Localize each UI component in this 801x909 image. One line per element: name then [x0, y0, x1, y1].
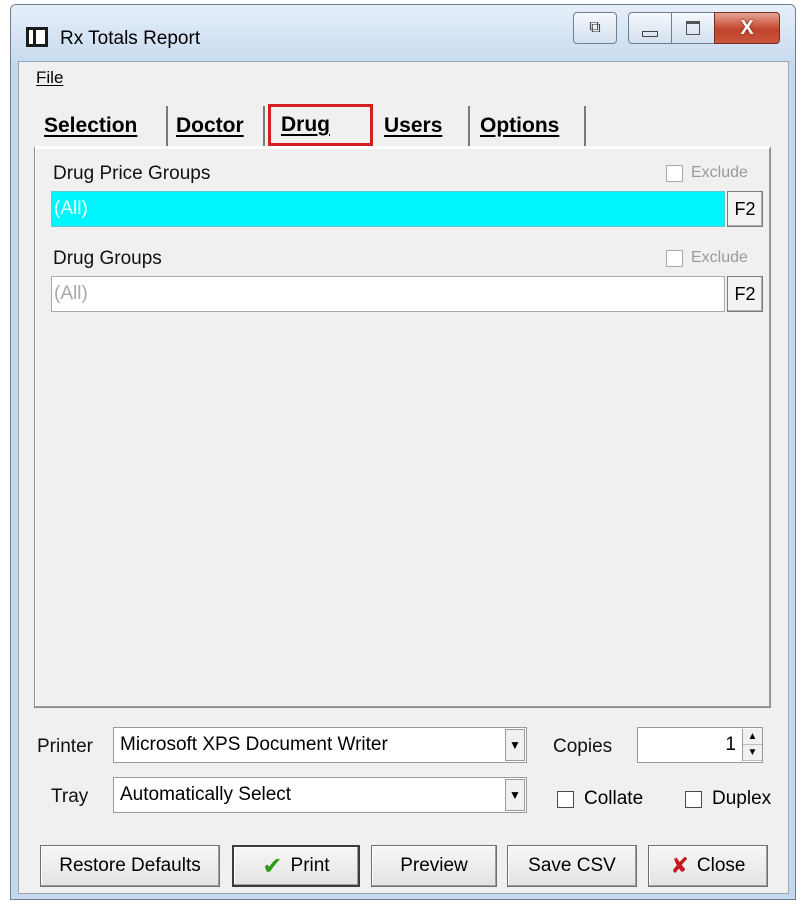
drug-price-groups-field[interactable]: (All) [51, 191, 725, 227]
save-csv-label: Save CSV [528, 855, 616, 876]
close-icon: X [740, 16, 754, 39]
drug-price-groups-exclude-checkbox[interactable] [666, 164, 683, 182]
restore-window-button[interactable]: ⧉ [573, 12, 617, 44]
tab-doctor-label: Doctor [176, 114, 244, 137]
collate-option[interactable]: Collate [557, 788, 643, 810]
duplex-option[interactable]: Duplex [685, 788, 771, 810]
preview-button[interactable]: Preview [371, 845, 497, 887]
menu-file[interactable]: File [36, 68, 63, 88]
copies-label: Copies [553, 736, 613, 757]
tab-doctor[interactable]: Doctor [170, 106, 265, 146]
close-x-icon: ✘ [670, 853, 689, 878]
tray-select[interactable]: Automatically Select [113, 777, 527, 813]
drug-groups-exclude[interactable]: Exclude [666, 249, 748, 267]
printer-select[interactable]: Microsoft XPS Document Writer [113, 727, 527, 763]
tab-drug-label: Drug [281, 113, 330, 136]
collate-checkbox[interactable] [557, 790, 574, 808]
checkmark-icon: ✔ [262, 852, 283, 880]
app-window-icon [26, 27, 48, 47]
drug-price-groups-f2-button[interactable]: F2 [727, 191, 763, 227]
tab-selection-label: Selection [44, 114, 138, 137]
window-title: Rx Totals Report [60, 28, 201, 49]
duplex-checkbox[interactable] [685, 790, 702, 808]
drug-groups-exclude-label: Exclude [691, 249, 748, 266]
drug-price-groups-exclude-label: Exclude [691, 164, 748, 181]
spin-down-icon[interactable]: ▼ [743, 745, 762, 761]
tray-label: Tray [51, 786, 89, 807]
tab-options[interactable]: Options [474, 106, 586, 146]
save-csv-button[interactable]: Save CSV [507, 845, 637, 887]
preview-label: Preview [400, 855, 468, 876]
copies-spinner[interactable]: ▲ ▼ [742, 729, 762, 761]
restore-defaults-label: Restore Defaults [59, 855, 201, 876]
tray-dropdown-arrow-icon[interactable]: ▼ [505, 779, 525, 811]
minimize-button[interactable] [628, 12, 672, 44]
maximize-button[interactable] [671, 12, 715, 44]
restore-icon: ⧉ [589, 19, 601, 36]
restore-defaults-button[interactable]: Restore Defaults [40, 845, 220, 887]
duplex-label: Duplex [712, 788, 772, 809]
print-button[interactable]: ✔ Print [232, 845, 360, 887]
tab-users-label: Users [384, 114, 443, 137]
maximize-icon [686, 21, 700, 35]
spin-up-icon[interactable]: ▲ [743, 729, 762, 745]
drug-groups-exclude-checkbox[interactable] [666, 249, 683, 267]
tab-drug[interactable]: Drug [268, 104, 373, 146]
tab-options-label: Options [480, 114, 560, 137]
drug-price-groups-exclude[interactable]: Exclude [666, 164, 748, 182]
drug-groups-f2-button[interactable]: F2 [727, 276, 763, 312]
close-label: Close [696, 855, 746, 876]
drug-groups-field[interactable]: (All) [51, 276, 725, 312]
drug-tab-panel [34, 146, 771, 708]
window-close-button[interactable]: X [714, 12, 780, 44]
drug-price-groups-label: Drug Price Groups [53, 163, 211, 184]
minimize-icon [642, 31, 658, 37]
tab-users[interactable]: Users [378, 106, 470, 146]
collate-label: Collate [584, 788, 644, 809]
menu-bar [19, 62, 788, 90]
close-button[interactable]: ✘ Close [648, 845, 768, 887]
drug-groups-label: Drug Groups [53, 248, 162, 269]
printer-dropdown-arrow-icon[interactable]: ▼ [505, 729, 525, 761]
printer-label: Printer [37, 736, 93, 757]
tab-selection[interactable]: Selection [38, 106, 168, 146]
print-label: Print [290, 855, 330, 876]
